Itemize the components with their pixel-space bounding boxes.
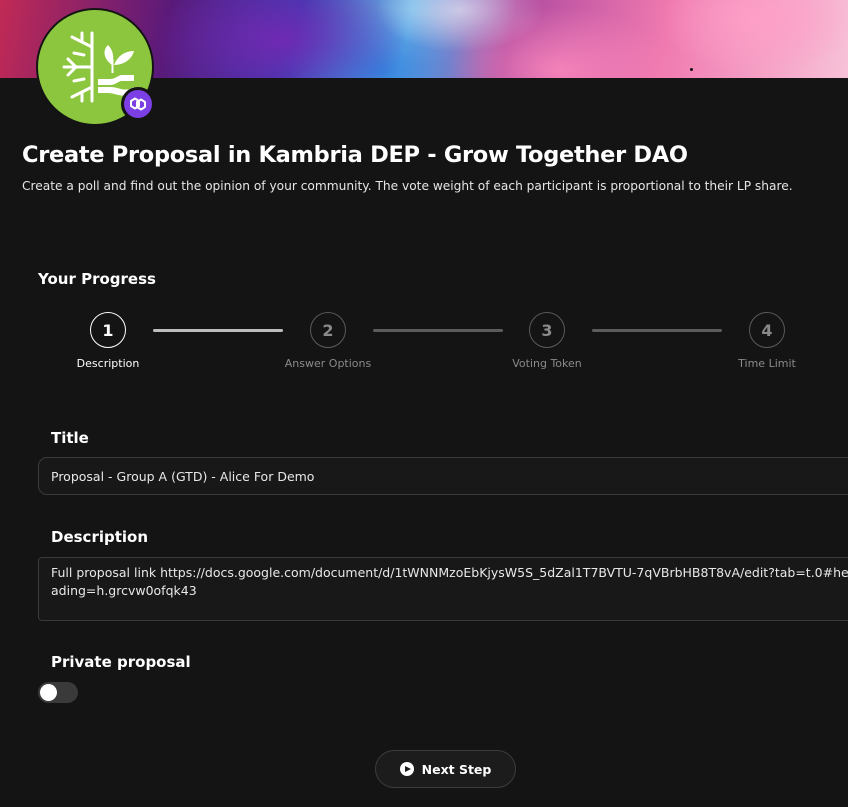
step-2-label: Answer Options xyxy=(284,357,372,370)
step-2-indicator[interactable]: 2 xyxy=(310,312,346,348)
title-label: Title xyxy=(51,429,89,447)
progress-heading: Your Progress xyxy=(38,270,156,288)
play-circle-icon xyxy=(399,762,414,776)
polygon-chain-badge xyxy=(121,87,155,121)
page-title: Create Proposal in Kambria DEP - Grow To… xyxy=(22,142,688,168)
step-connector-1 xyxy=(153,329,283,332)
toggle-knob xyxy=(40,684,57,701)
banner-dot xyxy=(690,68,693,71)
next-step-label: Next Step xyxy=(421,761,492,777)
step-connector-3 xyxy=(592,329,722,332)
step-4-indicator[interactable]: 4 xyxy=(749,312,785,348)
description-textarea[interactable]: Full proposal link https://docs.google.c… xyxy=(38,557,848,621)
page-subtitle: Create a poll and find out the opinion o… xyxy=(22,179,793,193)
description-label: Description xyxy=(51,528,149,546)
step-connector-2 xyxy=(373,329,503,332)
next-step-button[interactable]: Next Step xyxy=(375,750,516,788)
step-1-indicator[interactable]: 1 xyxy=(90,312,126,348)
private-proposal-toggle[interactable] xyxy=(38,682,78,703)
title-input[interactable] xyxy=(38,457,848,495)
step-4-label: Time Limit xyxy=(738,357,796,370)
step-3-label: Voting Token xyxy=(512,357,582,370)
private-proposal-label: Private proposal xyxy=(51,653,191,671)
step-1-label: Description xyxy=(76,357,140,370)
polygon-icon xyxy=(130,97,146,111)
step-3-indicator[interactable]: 3 xyxy=(529,312,565,348)
